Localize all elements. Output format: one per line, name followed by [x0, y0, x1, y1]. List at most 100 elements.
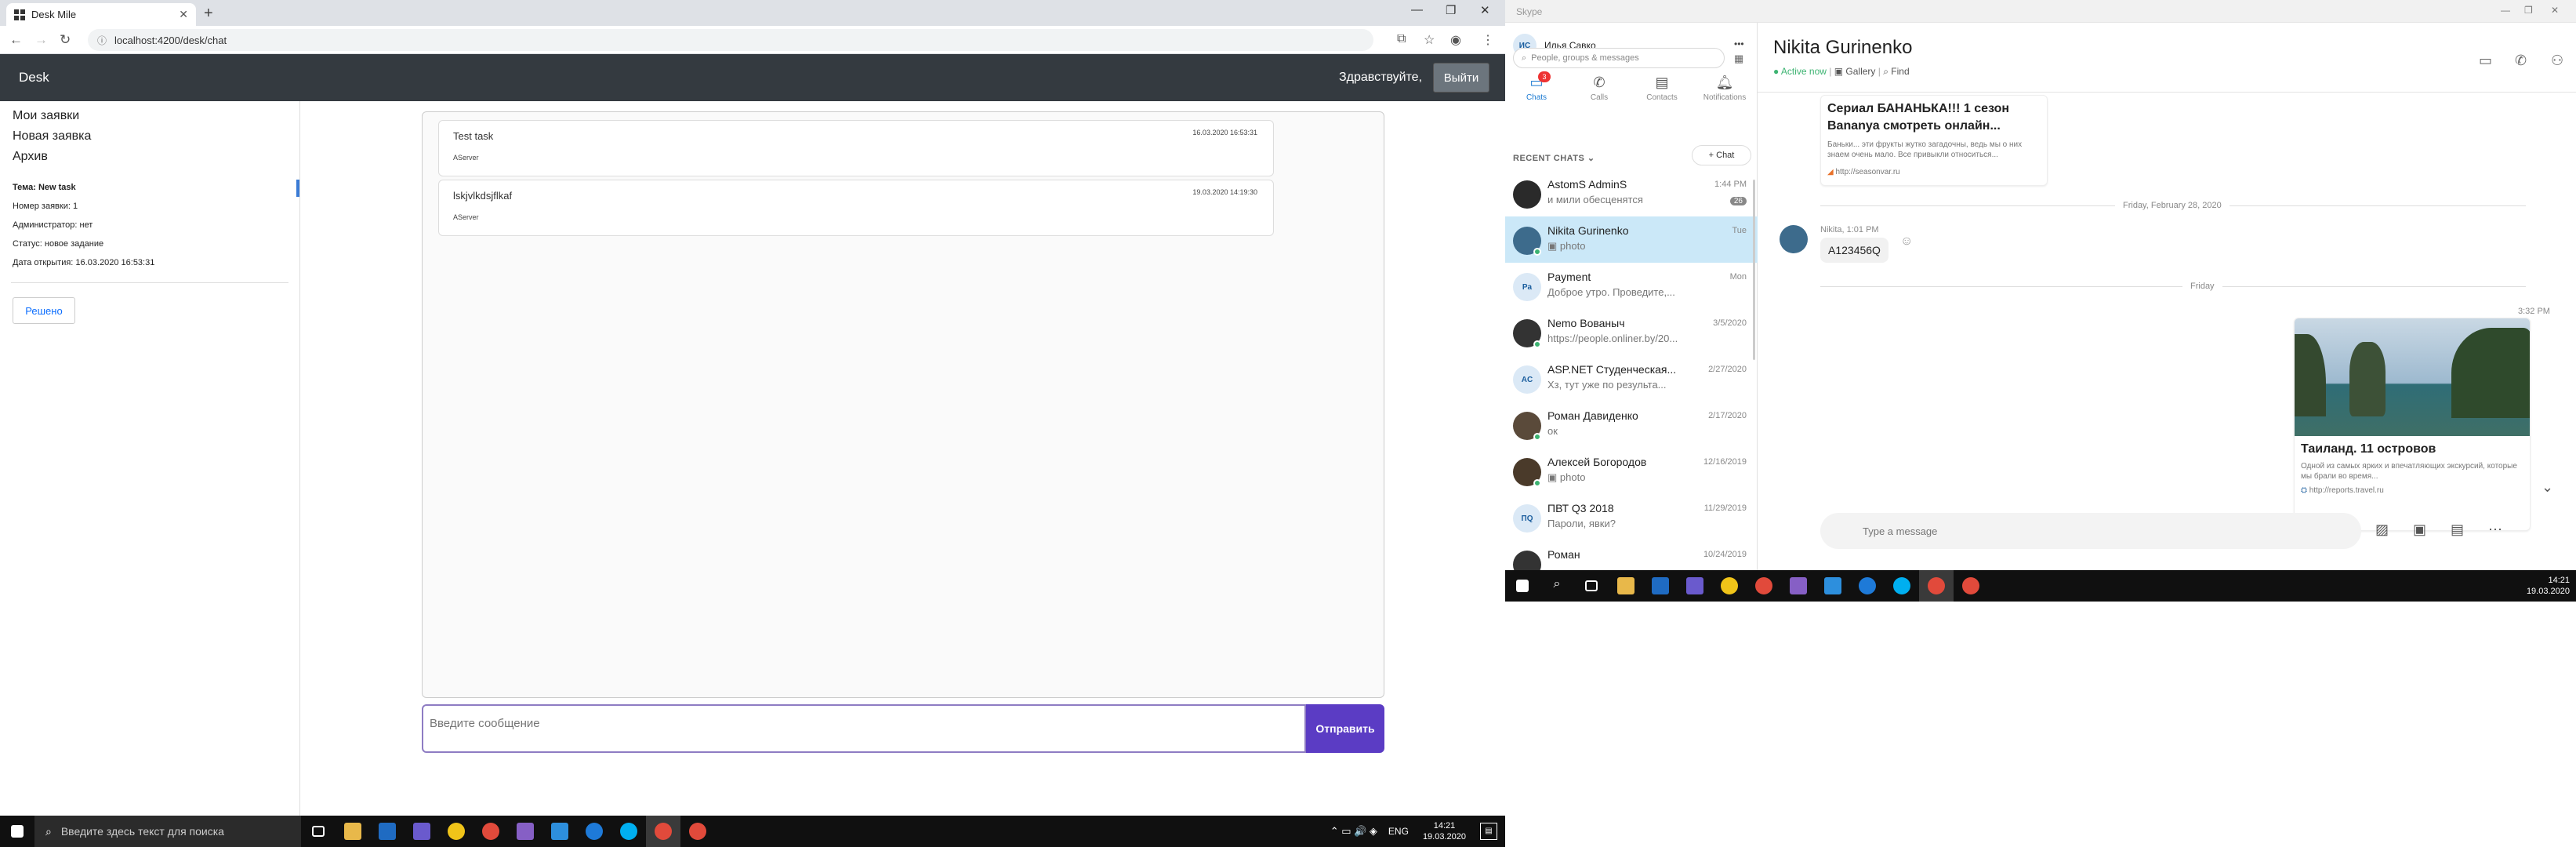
recent-chats-header[interactable]: RECENT CHATS ⌄	[1513, 153, 1595, 163]
new-tab-button[interactable]: +	[204, 5, 213, 23]
new-chat-button[interactable]: + Chat	[1692, 145, 1751, 165]
chat-list-item[interactable]: AstomS AdminS и мили обесценятся 1:44 PM 26	[1505, 170, 1758, 216]
message-bubble[interactable]: A123456Q	[1820, 238, 1888, 263]
audio-call-icon[interactable]: ✆	[2515, 53, 2527, 69]
browser-tab[interactable]: Desk Mile ✕	[6, 3, 196, 26]
clock[interactable]: 14:21 19.03.2020	[1423, 820, 1466, 842]
scroll-indicator[interactable]	[296, 180, 299, 197]
bookmark-star-icon[interactable]: ☆	[1424, 32, 1435, 48]
contact-card-icon[interactable]: ▣	[2413, 522, 2426, 538]
close-tab-icon[interactable]: ✕	[179, 8, 188, 21]
link-preview-card[interactable]: Сериал БАНАНЬКА!!! 1 сезон Bananya смотр…	[1820, 95, 2048, 186]
reload-icon[interactable]: ↻	[60, 32, 71, 48]
chrome-icon[interactable]	[1954, 570, 1988, 602]
chrome-icon[interactable]	[1747, 570, 1781, 602]
close-window-button[interactable]: ✕	[2551, 5, 2559, 16]
chrome-active-icon[interactable]	[646, 816, 680, 847]
nav-new-request[interactable]: Новая заявка	[13, 129, 91, 144]
task-view-icon[interactable]	[301, 816, 336, 847]
nav-my-requests[interactable]: Мои заявки	[13, 109, 79, 123]
tab-calls[interactable]: ✆ Calls	[1568, 75, 1631, 102]
emoji-reaction-icon[interactable]: ☺	[1900, 234, 1913, 249]
tab-notifications[interactable]: 🔔︎ Notifications	[1693, 75, 1756, 102]
dialpad-icon[interactable]: ▦	[1734, 53, 1743, 65]
chat-list-item[interactable]: Роман Давиденко ок 2/17/2020	[1505, 402, 1758, 448]
message-input[interactable]	[430, 714, 1292, 732]
chat-list-item[interactable]: Pa Payment Доброе утро. Проведите,... Mon	[1505, 263, 1758, 309]
chat-list-item[interactable]: Nemo Вованыч https://people.onliner.by/20…	[1505, 309, 1758, 355]
tray-icons[interactable]: ⌃ ▭ 🔊 ◈	[1330, 825, 1377, 838]
notes-app-icon[interactable]	[1712, 570, 1747, 602]
logout-button[interactable]: Выйти	[1433, 63, 1489, 93]
message-input-box[interactable]	[422, 704, 1306, 753]
task-card[interactable]: lskjvlkdsjflkaf 19.03.2020 14:19:30 ASer…	[438, 180, 1274, 236]
more-options-icon[interactable]: •••	[1734, 38, 1744, 49]
vscode-icon[interactable]	[542, 816, 577, 847]
file-explorer-icon[interactable]	[1609, 570, 1643, 602]
image-card-url[interactable]: ⛭ http://reports.travel.ru	[2301, 486, 2384, 495]
brand-link[interactable]: Desk	[19, 70, 49, 85]
maximize-button[interactable]: ❐	[2524, 5, 2533, 16]
image-preview-card[interactable]: Таиланд. 11 островов Одной из самых ярки…	[2294, 318, 2531, 531]
search-icon[interactable]: ⌕	[1540, 570, 1574, 602]
resolved-button[interactable]: Решено	[13, 297, 75, 324]
skype-taskbar-icon[interactable]	[611, 816, 646, 847]
chat-list-item[interactable]: ПQ ПВТ Q3 2018 Пароли, явки? 11/29/2019	[1505, 494, 1758, 540]
taskbar-search[interactable]: ⌕ Введите здесь текст для поиска	[34, 816, 301, 847]
tab-chats[interactable]: ▭ 3 Chats	[1505, 71, 1568, 102]
chrome-icon[interactable]	[473, 816, 508, 847]
maximize-button[interactable]: ❐	[1446, 3, 1456, 17]
send-button[interactable]: Отправить	[1306, 704, 1384, 753]
menu-kebab-icon[interactable]: ⋮	[1482, 32, 1494, 48]
clock[interactable]: 14:21 19.03.2020	[2527, 575, 2570, 597]
windows-start-icon[interactable]	[0, 816, 34, 847]
close-window-button[interactable]: ✕	[1480, 3, 1490, 17]
contact-avatar[interactable]	[1780, 225, 1808, 253]
video-call-icon[interactable]: ▭	[2479, 53, 2492, 69]
nav-archive[interactable]: Архив	[13, 150, 48, 164]
skype-message-input[interactable]	[1863, 525, 2333, 537]
save-disk-icon[interactable]	[1678, 570, 1712, 602]
skype-search-input[interactable]: ⌕ People, groups & messages	[1513, 48, 1725, 68]
more-options-icon[interactable]: ⋯	[2488, 522, 2502, 538]
info-icon[interactable]: ⓘ	[97, 34, 107, 47]
minimize-button[interactable]: —	[2501, 5, 2510, 16]
visual-studio-icon[interactable]	[1781, 570, 1816, 602]
chat-list-item[interactable]: AC ASP.NET Студенческая... Хз, тут уже по …	[1505, 355, 1758, 402]
task-card[interactable]: Test task 16.03.2020 16:53:31 AServer	[438, 120, 1274, 176]
chat-list-item[interactable]: Алексей Богородов ▣ photo 12/16/2019	[1505, 448, 1758, 494]
chrome-active-icon[interactable]	[1919, 570, 1954, 602]
message-composer[interactable]	[1820, 513, 2361, 549]
conversation-title[interactable]: Nikita Gurinenko	[1773, 37, 1912, 59]
address-input[interactable]: ⓘ localhost:4200/desk/chat	[88, 29, 1373, 51]
scroll-down-icon[interactable]: ⌄	[2542, 479, 2553, 496]
visual-studio-icon[interactable]	[508, 816, 542, 847]
save-disk-icon[interactable]	[405, 816, 439, 847]
chat-list-scrollbar[interactable]	[1753, 180, 1755, 360]
media-gallery-icon[interactable]: ▨	[2375, 522, 2389, 538]
tab-contacts[interactable]: ▤ Contacts	[1631, 75, 1693, 102]
profile-icon[interactable]: ◉	[1450, 32, 1461, 48]
task-view-icon[interactable]	[1574, 570, 1609, 602]
minimize-button[interactable]: —	[1411, 3, 1423, 16]
translate-icon[interactable]: ⧉	[1397, 32, 1406, 46]
outlook-icon[interactable]	[1643, 570, 1678, 602]
outlook-icon[interactable]	[370, 816, 405, 847]
add-person-icon[interactable]: ⚇	[2551, 53, 2563, 69]
language-indicator[interactable]: ENG	[1388, 826, 1409, 837]
notes-app-icon[interactable]	[439, 816, 473, 847]
attach-file-icon[interactable]: ▤	[2451, 522, 2464, 538]
skype-taskbar-icon[interactable]	[1885, 570, 1919, 602]
link-card-url[interactable]: ◢ http://seasonvar.ru	[1827, 168, 1900, 176]
chat-list-item[interactable]: Nikita Gurinenko ▣ photo Tue	[1505, 216, 1758, 263]
vscode-icon[interactable]	[1816, 570, 1850, 602]
edge-icon[interactable]	[577, 816, 611, 847]
file-explorer-icon[interactable]	[336, 816, 370, 847]
chrome-icon[interactable]	[680, 816, 715, 847]
notifications-icon[interactable]: ▤	[1480, 823, 1497, 840]
edge-icon[interactable]	[1850, 570, 1885, 602]
forward-arrow-icon[interactable]: →	[34, 32, 48, 48]
back-arrow-icon[interactable]: ←	[9, 32, 23, 48]
find-link[interactable]: ⌕ Find	[1883, 66, 1909, 77]
windows-start-icon[interactable]	[1505, 570, 1540, 602]
